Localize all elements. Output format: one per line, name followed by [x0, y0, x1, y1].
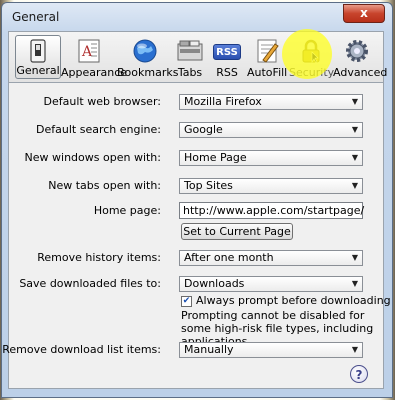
default-browser-select[interactable]: Mozilla Firefox ▼: [179, 94, 363, 110]
history-select[interactable]: After one month ▼: [179, 250, 363, 266]
close-button[interactable]: x: [343, 4, 385, 23]
tab-appearance[interactable]: A Appearance: [61, 36, 128, 80]
autofill-pencil-icon: [257, 39, 279, 63]
tabs-icon: [177, 40, 203, 61]
set-current-page-button[interactable]: Set to Current Page: [181, 223, 293, 240]
dropdown-arrow-icon: ▼: [351, 181, 358, 190]
downloads-label: Save downloaded files to:: [19, 277, 161, 290]
new-tabs-select[interactable]: Top Sites ▼: [179, 178, 363, 194]
window-title: General: [12, 10, 60, 24]
title-bar: General x: [2, 3, 392, 31]
new-tabs-label: New tabs open with:: [48, 179, 161, 192]
bookmarks-globe-icon: [133, 39, 157, 63]
tab-general[interactable]: General: [15, 35, 61, 79]
tab-label: Tabs: [177, 66, 203, 79]
search-engine-label: Default search engine:: [36, 123, 161, 136]
dropdown-arrow-icon: ▼: [351, 125, 358, 134]
downloads-select[interactable]: Downloads ▼: [179, 276, 363, 292]
general-switch-icon: [30, 39, 46, 63]
appearance-font-icon: A: [78, 39, 100, 63]
always-prompt-checkbox[interactable]: ✔: [181, 296, 192, 307]
tab-rss[interactable]: RSS RSS: [209, 36, 245, 80]
search-engine-select[interactable]: Google ▼: [179, 122, 363, 138]
select-value: Top Sites: [184, 179, 233, 192]
preferences-window: General x General A Appearance Bookmarks…: [1, 2, 393, 398]
new-windows-label: New windows open with:: [24, 151, 161, 164]
new-windows-select[interactable]: Home Page ▼: [179, 150, 363, 166]
tab-tabs[interactable]: Tabs: [173, 36, 207, 80]
help-button[interactable]: ?: [350, 365, 368, 383]
dropdown-arrow-icon: ▼: [351, 345, 358, 354]
select-value: After one month: [184, 251, 274, 264]
dropdown-arrow-icon: ▼: [351, 97, 358, 106]
select-value: Home Page: [184, 151, 247, 164]
select-value: Downloads: [184, 277, 245, 290]
dropdown-arrow-icon: ▼: [351, 279, 358, 288]
cursor-highlight: [282, 29, 332, 79]
home-page-label: Home page:: [93, 204, 161, 217]
tab-label: Bookmarks: [117, 66, 179, 79]
always-prompt-label: Always prompt before downloading: [196, 294, 391, 307]
tab-bookmarks[interactable]: Bookmarks: [117, 36, 179, 80]
rss-icon: RSS: [213, 44, 241, 60]
tab-advanced[interactable]: Advanced: [333, 36, 388, 80]
tab-label: Appearance: [61, 66, 128, 79]
tab-autofill[interactable]: AutoFill: [247, 36, 287, 80]
download-list-label: Remove download list items:: [2, 343, 161, 356]
tab-label: General: [16, 64, 60, 77]
tab-label: AutoFill: [247, 66, 288, 79]
advanced-gear-icon: [346, 40, 368, 62]
select-value: Manually: [184, 343, 234, 356]
default-browser-label: Default web browser:: [43, 95, 161, 108]
dropdown-arrow-icon: ▼: [351, 153, 358, 162]
tab-label: Advanced: [333, 66, 388, 79]
home-page-input[interactable]: http://www.apple.com/startpage/: [179, 202, 364, 219]
history-label: Remove history items:: [37, 251, 161, 264]
dropdown-arrow-icon: ▼: [351, 253, 358, 262]
select-value: Mozilla Firefox: [184, 95, 262, 108]
general-settings-panel: Default web browser: Mozilla Firefox ▼ D…: [2, 83, 391, 389]
download-list-select[interactable]: Manually ▼: [179, 342, 363, 358]
tab-label: RSS: [216, 66, 238, 79]
select-value: Google: [184, 123, 223, 136]
